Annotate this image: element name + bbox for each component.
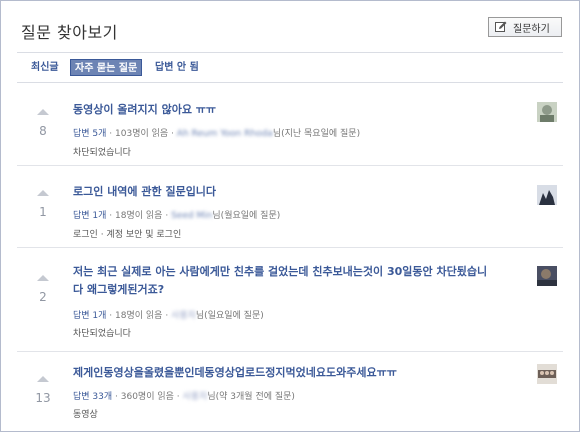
question-item: 8 동영상이 올려지지 않아요 ㅠㅠ 답변 5개 · 103명이 읽음 · Ah… [17, 93, 563, 166]
question-meta: 답변 1개 · 18명이 읽음 · 사용자님(일요일에 질문) [73, 308, 264, 321]
author-name[interactable]: 사용자 [183, 389, 208, 402]
avatar[interactable] [537, 185, 557, 205]
question-title[interactable]: 저는 최근 실제로 아는 사람에게만 친추를 걸었는데 친추보내는것이 30일동… [73, 263, 487, 299]
tab-latest[interactable]: 최신글 [31, 59, 59, 76]
view-count: 103명이 읽음 [115, 129, 169, 139]
vote-box: 2 [35, 275, 51, 304]
filter-tabs: 최신글 자주 묻는 질문 답변 안 됨 [1, 53, 579, 83]
avatar[interactable] [537, 102, 557, 122]
avatar[interactable] [537, 364, 557, 384]
question-meta: 답변 5개 · 103명이 읽음 · Ah Reum Yoon Rhoda님(지… [73, 129, 361, 139]
vote-box: 8 [35, 109, 51, 138]
answer-count-link[interactable]: 답변 1개 [73, 211, 106, 221]
upvote-icon[interactable] [37, 190, 49, 196]
author-name[interactable]: Seed Min [171, 211, 212, 221]
upvote-icon[interactable] [37, 109, 49, 115]
asked-time: 님(약 3개월 전에 질문) [207, 392, 295, 402]
panel-header: 질문 찾아보기 질문하기 [1, 1, 579, 53]
question-title[interactable]: 동영상이 올려지지 않아요 ㅠㅠ [73, 101, 216, 119]
vote-count: 8 [39, 124, 47, 138]
view-count: 18명이 읽음 [115, 211, 163, 221]
view-count: 18명이 읽음 [115, 311, 163, 321]
question-item: 1 로그인 내역에 관한 질문입니다 답변 1개 · 18명이 읽음 · See… [17, 174, 563, 248]
page-title: 질문 찾아보기 [21, 23, 118, 42]
question-tags[interactable]: 차단되었습니다 [73, 145, 131, 158]
question-title[interactable]: 제게인동영상을올렸을뿐인데동영상업로드정지먹었네요도와주세요ㅠㅠ [73, 364, 397, 382]
vote-count: 1 [39, 205, 47, 219]
question-title[interactable]: 로그인 내역에 관한 질문입니다 [73, 183, 216, 201]
vote-box: 1 [35, 190, 51, 219]
answer-count-link[interactable]: 답변 5개 [73, 129, 106, 139]
answer-count-link[interactable]: 답변 1개 [73, 311, 106, 321]
question-tags[interactable]: 로그인 · 계정 보안 및 로그인 [73, 227, 181, 240]
tab-faq[interactable]: 자주 묻는 질문 [70, 59, 143, 76]
asked-time: 님(월요일에 질문) [212, 211, 281, 221]
upvote-icon[interactable] [37, 376, 49, 382]
question-meta: 답변 1개 · 18명이 읽음 · Seed Min님(월요일에 질문) [73, 211, 281, 221]
question-tags[interactable]: 동영상 [73, 407, 98, 420]
item-divider [17, 351, 563, 352]
question-tags[interactable]: 차단되었습니다 [73, 326, 131, 339]
tabs-divider [17, 82, 563, 83]
item-divider [17, 165, 563, 166]
item-divider [17, 247, 563, 248]
vote-box: 13 [35, 376, 51, 405]
question-meta: 답변 33개 · 360명이 읽음 · 사용자님(약 3개월 전에 질문) [73, 389, 295, 402]
asked-time: 님(일요일에 질문) [195, 311, 264, 321]
avatar[interactable] [537, 266, 557, 286]
tab-unanswered[interactable]: 답변 안 됨 [155, 59, 199, 76]
upvote-icon[interactable] [37, 275, 49, 281]
view-count: 360명이 읽음 [120, 392, 174, 402]
asked-time: 님(지난 목요일에 질문) [272, 129, 361, 139]
vote-count: 2 [39, 290, 47, 304]
ask-question-label: 질문하기 [513, 23, 550, 35]
author-name[interactable]: Ah Reum Yoon Rhoda [177, 129, 273, 139]
question-item: 13 제게인동영상을올렸을뿐인데동영상업로드정지먹었네요도와주세요ㅠㅠ 답변 3… [17, 360, 563, 431]
questions-panel: 질문 찾아보기 질문하기 최신글 자주 묻는 질문 답변 안 됨 8 동영상이 … [0, 0, 580, 432]
vote-count: 13 [35, 391, 51, 405]
ask-question-button[interactable]: 질문하기 [488, 17, 562, 37]
question-item: 2 저는 최근 실제로 아는 사람에게만 친추를 걸었는데 친추보내는것이 30… [17, 257, 563, 352]
author-name[interactable]: 사용자 [171, 308, 196, 321]
edit-icon [495, 21, 507, 33]
answer-count-link[interactable]: 답변 33개 [73, 392, 112, 402]
